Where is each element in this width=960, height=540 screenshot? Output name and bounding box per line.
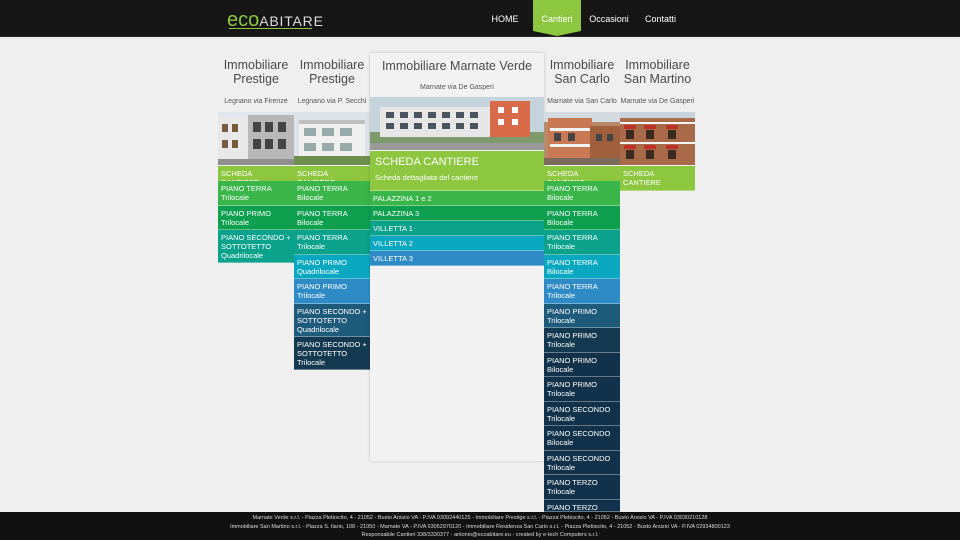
item-row[interactable]: PIANO TERZO Trilocale [544,475,620,500]
footer-line-2: Immobiliare San Martino s.r.l. - Piazza … [230,523,730,530]
item-row[interactable]: PIANO TERRA Trilocale [544,279,620,304]
building-image[interactable] [370,97,544,150]
item-palazzina-3[interactable]: PALAZZINA 3 [370,206,544,221]
item-piano-secondo[interactable]: PIANO SECONDO + SOTTOTETTO Quadrilocale [218,230,294,263]
item-row[interactable]: PIANO TERRA Bilocale [544,206,620,230]
scheda-title: SCHEDA CANTIERE [375,156,479,168]
item-villetta-1[interactable]: VILLETTA 1 [370,221,544,236]
col-subtitle: Marnate via San Carlo [547,98,617,105]
item-piano-terra[interactable]: PIANO TERRA Trilocale [218,181,294,206]
col-subtitle: Marnate via De Gasperi [420,84,494,91]
item-villetta-2[interactable]: VILLETTA 2 [370,236,544,251]
item-row[interactable]: PIANO TERRA Bilocale [544,181,620,206]
logo-abitare: ABITARE [259,13,324,29]
building-image[interactable] [218,112,294,165]
item-piano-terra-1[interactable]: PIANO TERRA Bilocale [294,181,370,206]
header-bar: ecoABITARE HOME Cantieri Occasioni Conta… [0,0,960,37]
col-title: Immobiliare Marnate Verde [381,59,533,73]
item-row[interactable]: PIANO TERRA Trilocale [544,230,620,255]
nav-cantieri[interactable]: Cantieri [533,0,581,31]
footer-line-1: Marnate Verde s.r.l. - Piazza Plebiscito… [252,515,708,521]
item-palazzina-1-2[interactable]: PALAZZINA 1 e 2 [370,191,544,206]
col-title: Immobiliare San Martino [623,58,692,86]
col-title: Immobiliare Prestige [299,58,365,86]
item-row[interactable]: PIANO SECONDO Trilocale [544,402,620,426]
building-image[interactable] [544,112,620,165]
col-title: Immobiliare Prestige [223,58,289,86]
building-image[interactable] [620,112,695,165]
item-row[interactable]: PIANO PRIMO Trilocale [544,304,620,328]
nav-home[interactable]: HOME [485,0,525,37]
item-piano-secondo-1[interactable]: PIANO SECONDO + SOTTOTETTO Quadrilocale [294,304,370,337]
item-row[interactable]: PIANO PRIMO Trilocale [544,377,620,402]
item-piano-terra-2[interactable]: PIANO TERRA Bilocale [294,206,370,230]
nav-contatti[interactable]: Contatti [638,0,683,37]
item-piano-primo[interactable]: PIANO PRIMO Trilocale [218,206,294,230]
col-subtitle: Legnano via P. Secchi [297,98,367,105]
footer: Marnate Verde s.r.l. - Piazza Plebiscito… [0,512,960,540]
item-row[interactable]: PIANO PRIMO Bilocale [544,353,620,377]
col-title: Immobiliare San Carlo [549,58,615,86]
item-row[interactable]: PIANO SECONDO Trilocale [544,451,620,475]
item-scheda-cantiere[interactable]: SCHEDA CANTIERE [620,166,695,191]
item-piano-primo-1[interactable]: PIANO PRIMO Quadrilocale [294,255,370,279]
logo-underline [229,28,312,29]
building-image[interactable] [294,112,370,165]
col-subtitle: Marnate via De Gasperi [620,98,695,105]
item-row[interactable]: PIANO TERRA Bilocale [544,255,620,279]
item-row[interactable]: PIANO SECONDO Bilocale [544,426,620,451]
nav-occasioni[interactable]: Occasioni [584,0,634,37]
item-piano-secondo-2[interactable]: PIANO SECONDO + SOTTOTETTO Trilocale [294,337,370,370]
item-piano-terra-3[interactable]: PIANO TERRA Trilocale [294,230,370,255]
scheda-subtitle: Scheda dettagliata del cantiere [375,173,478,182]
item-row[interactable]: PIANO TERZO [544,500,620,512]
item-row[interactable]: PIANO PRIMO Trilocale [544,328,620,353]
item-villetta-3[interactable]: VILLETTA 3 [370,251,544,266]
item-scheda-cantiere[interactable]: SCHEDA CANTIERE Scheda dettagliata del c… [370,151,544,191]
item-piano-primo-2[interactable]: PIANO PRIMO Trilocale [294,279,370,304]
footer-line-3: Responsabile Cantieri 338/3330377 - anto… [361,532,599,538]
col-subtitle: Legnano via Firenze [224,98,288,105]
nav-active-arrow [533,31,581,36]
